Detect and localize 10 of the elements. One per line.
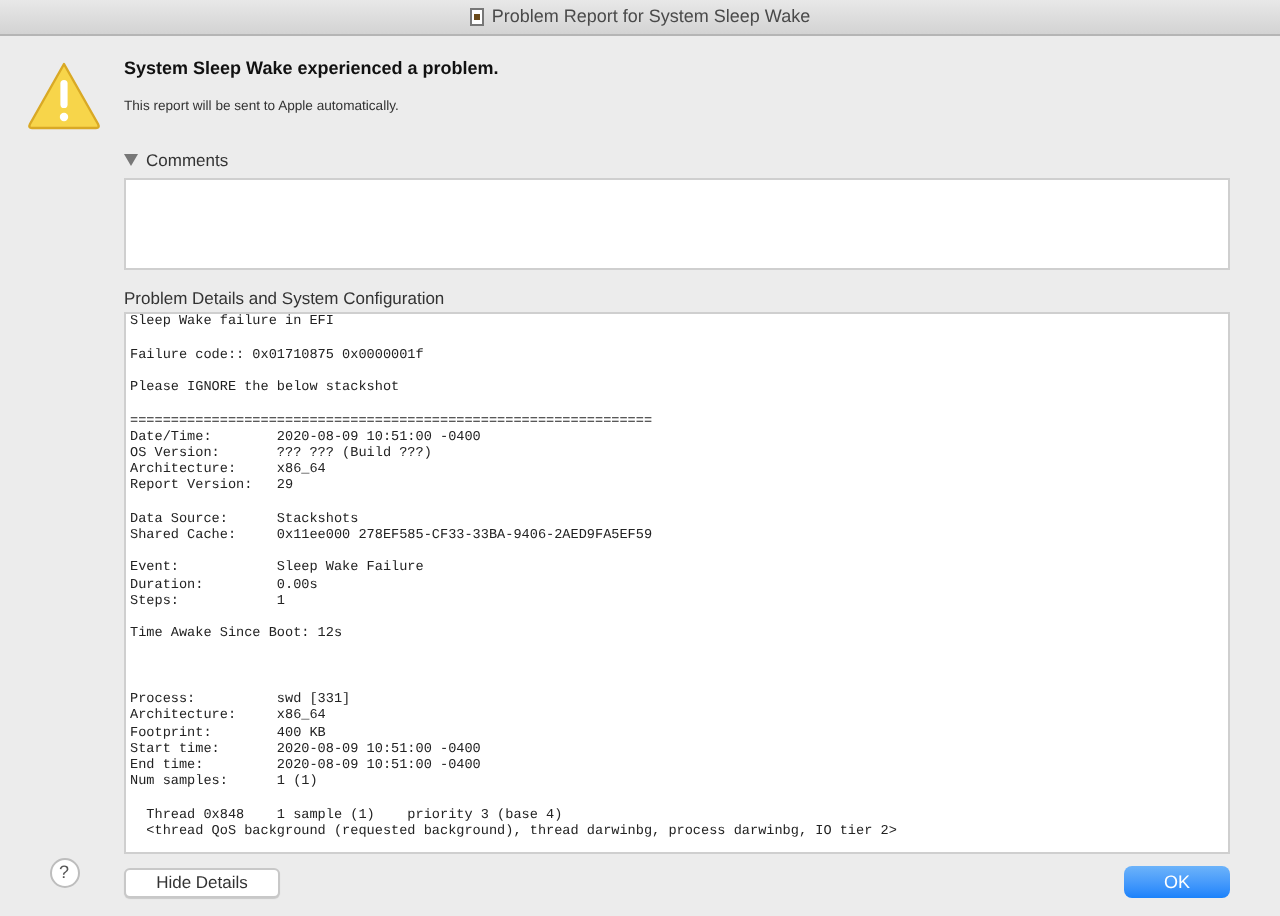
- heading: System Sleep Wake experienced a problem.: [124, 56, 501, 82]
- help-button[interactable]: ?: [49, 858, 79, 888]
- warning-icon: [26, 60, 102, 132]
- comments-label: Comments: [146, 147, 229, 173]
- hide-details-button[interactable]: Hide Details: [124, 867, 280, 898]
- document-icon: [469, 8, 484, 26]
- disclosure-triangle-icon[interactable]: [124, 154, 138, 167]
- details-label: Problem Details and System Configuration: [124, 288, 447, 309]
- comments-field[interactable]: [124, 178, 1230, 271]
- window-title: Problem Report for System Sleep Wake: [491, 3, 811, 30]
